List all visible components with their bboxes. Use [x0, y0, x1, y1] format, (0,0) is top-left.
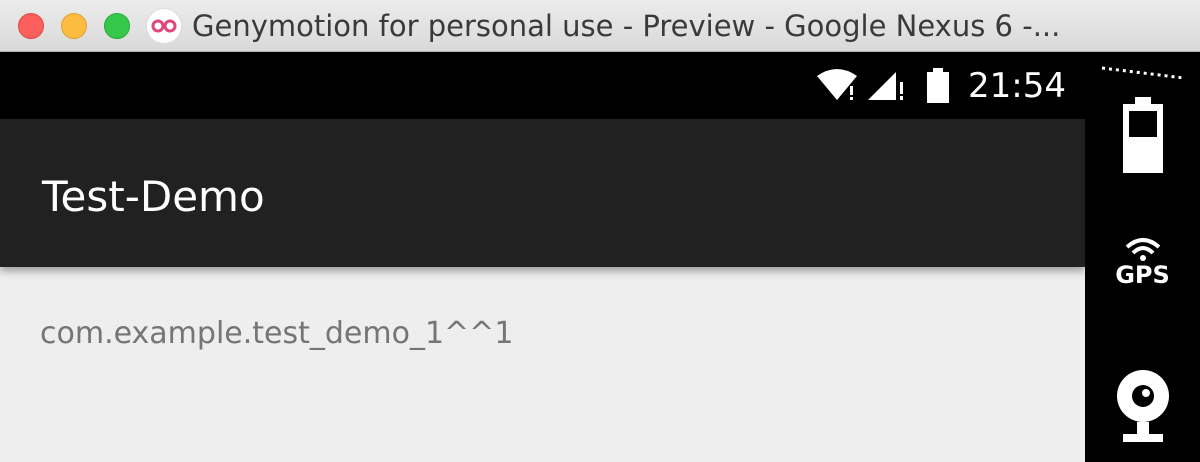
signal-icon [866, 68, 908, 107]
battery-widget-button[interactable] [1085, 97, 1200, 175]
window-titlebar: Genymotion for personal use - Preview - … [0, 0, 1200, 52]
webcam-widget-button[interactable] [1085, 366, 1200, 446]
toolbar-grip [1085, 66, 1200, 80]
status-clock: 21:54 [968, 66, 1066, 106]
zoom-window-button[interactable] [104, 12, 130, 39]
app-title: Test-Demo [42, 172, 265, 221]
minimize-window-button[interactable] [61, 12, 87, 39]
emulator-screen[interactable]: 21:54 Test-Demo com.example.test_demo_1^… [0, 52, 1085, 462]
webcam-icon [1116, 370, 1169, 442]
package-name-text: com.example.test_demo_1^^1 [40, 316, 514, 351]
genymotion-logo-icon [146, 7, 182, 44]
window-controls [18, 12, 130, 39]
close-window-button[interactable] [18, 12, 44, 39]
app-toolbar: Test-Demo [0, 119, 1085, 267]
battery-icon [926, 68, 950, 109]
battery-widget-icon [1122, 97, 1163, 173]
android-status-bar: 21:54 [0, 52, 1085, 119]
gps-widget-button[interactable]: GPS [1085, 237, 1200, 289]
window-title: Genymotion for personal use - Preview - … [192, 8, 1061, 43]
genymotion-toolbar: GPS [1085, 52, 1200, 462]
gps-label: GPS [1115, 261, 1170, 289]
gps-icon [1125, 238, 1160, 261]
wifi-icon [815, 68, 859, 107]
